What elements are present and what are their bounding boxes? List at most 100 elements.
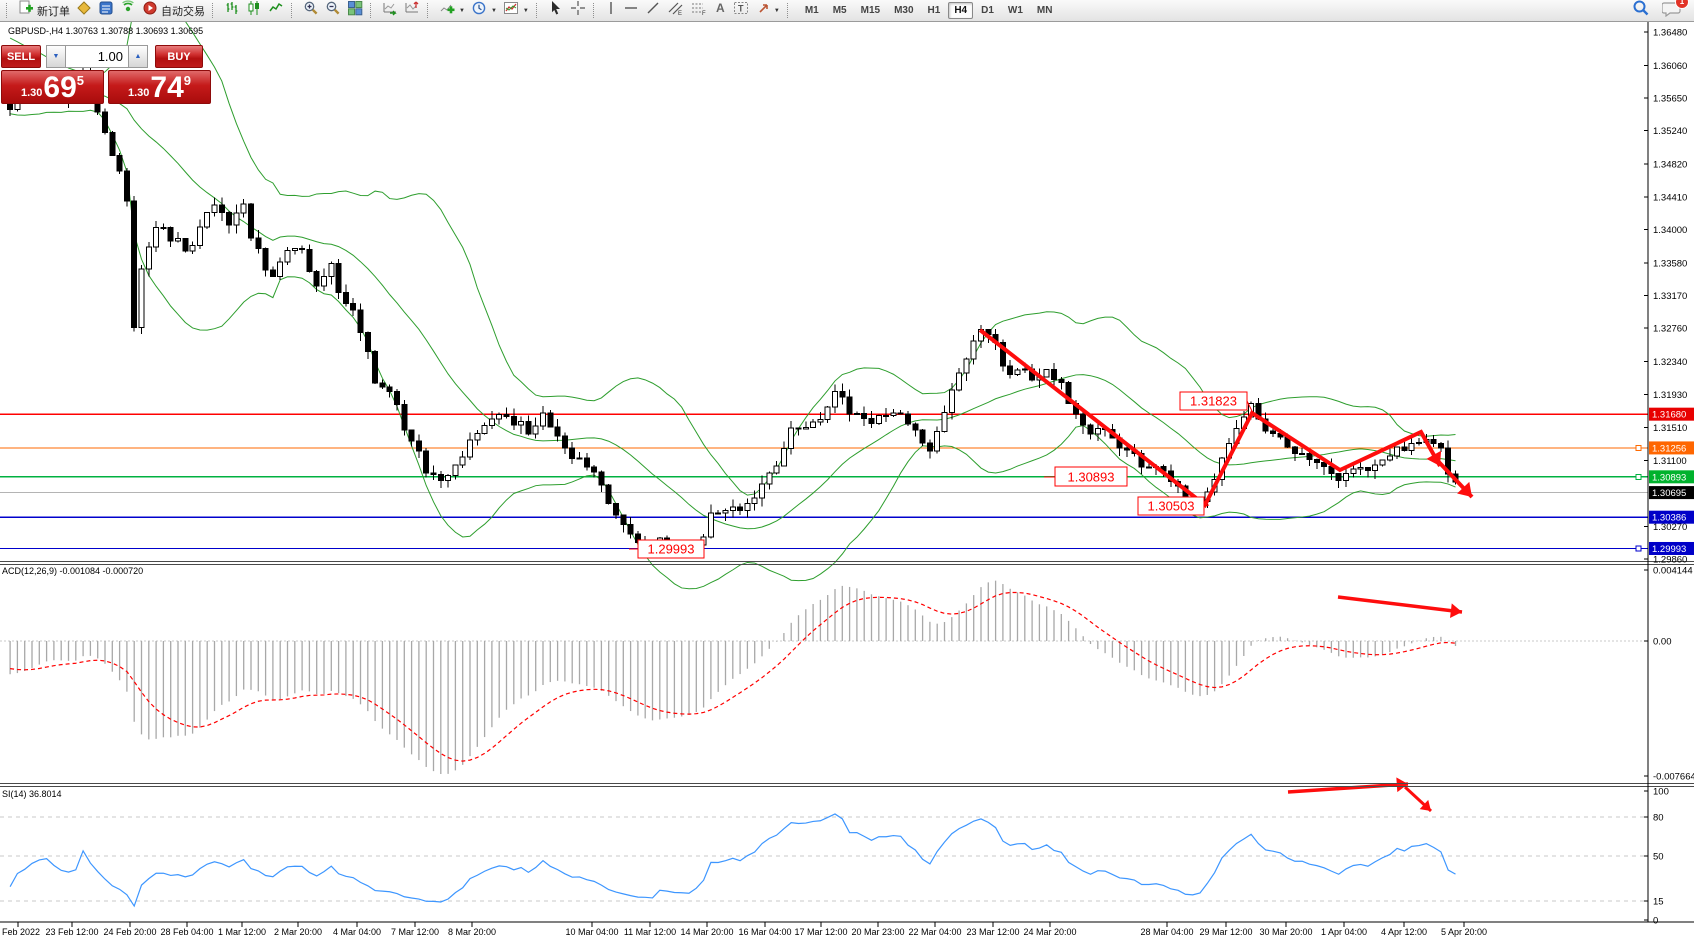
chevron-down-icon: ▼: [459, 8, 465, 14]
svg-text:1.31823: 1.31823: [1190, 394, 1237, 409]
new-order-label: 新订单: [37, 3, 70, 19]
svg-text:T: T: [738, 4, 744, 14]
toolbar-right: 1: [1632, 0, 1692, 22]
svg-text:1.34410: 1.34410: [1653, 192, 1687, 203]
tab-timeframe-D1[interactable]: D1: [975, 2, 1000, 19]
svg-text:4 Apr 12:00: 4 Apr 12:00: [1381, 927, 1427, 937]
main-toolbar: 新订单 自动交易: [0, 0, 1694, 22]
svg-text:16 Mar 04:00: 16 Mar 04:00: [738, 927, 791, 937]
svg-text:1.35650: 1.35650: [1653, 94, 1687, 105]
horizontal-line-tool-button[interactable]: [620, 1, 642, 20]
data-window-button[interactable]: [95, 1, 117, 20]
svg-text:1.32760: 1.32760: [1653, 324, 1687, 335]
text-label-tool-button[interactable]: T: [730, 1, 753, 20]
tab-timeframe-M5[interactable]: M5: [827, 2, 853, 19]
cursor-tool-button[interactable]: [545, 1, 567, 20]
svg-text:A: A: [716, 1, 725, 15]
zoom-out-button[interactable]: [322, 1, 344, 20]
periods-button[interactable]: ▼: [468, 1, 500, 20]
chart-svg[interactable]: 1.318231.308931.305031.299931.364801.360…: [0, 22, 1694, 942]
svg-text:Feb 2022: Feb 2022: [2, 927, 40, 937]
rsi-indicator: [0, 814, 1648, 906]
notifications-button[interactable]: 1: [1662, 0, 1682, 22]
templates-button[interactable]: ▼: [500, 1, 532, 20]
zoom-in-button[interactable]: [300, 1, 322, 20]
toolbar-grip: [291, 3, 297, 18]
search-icon[interactable]: [1632, 0, 1650, 22]
trendline-tool-button[interactable]: [642, 1, 664, 20]
toolbar-grip: [427, 3, 433, 18]
buy-price-big: 74: [150, 72, 183, 103]
svg-text:1.31100: 1.31100: [1653, 456, 1687, 467]
buy-price-panel[interactable]: 1.30749: [108, 70, 211, 104]
buy-button[interactable]: BUY: [155, 45, 203, 68]
fibonacci-tool-button[interactable]: F: [687, 1, 710, 20]
volume-increase-button[interactable]: ▲: [128, 45, 148, 68]
market-watch-button[interactable]: [73, 1, 95, 20]
market-watch-icon: [76, 0, 92, 21]
macd-indicator: [0, 581, 1648, 774]
svg-text:24 Mar 20:00: 24 Mar 20:00: [1023, 927, 1076, 937]
volume-input[interactable]: [66, 45, 128, 68]
svg-text:17 Mar 12:00: 17 Mar 12:00: [794, 927, 847, 937]
level-handle[interactable]: [1636, 474, 1641, 479]
date-axis: Feb 202223 Feb 12:0024 Feb 20:0028 Feb 0…: [2, 922, 1487, 937]
candlestick-icon: [246, 0, 262, 21]
indicators-icon: [439, 0, 455, 21]
auto-scroll-icon: [382, 0, 398, 21]
level-handle[interactable]: [1636, 445, 1641, 450]
navigator-icon: [120, 0, 136, 21]
svg-text:1.30503: 1.30503: [1148, 499, 1195, 514]
text-tool-button[interactable]: A: [710, 1, 730, 20]
tile-windows-button[interactable]: [344, 1, 366, 20]
sell-price-panel[interactable]: 1.30695: [1, 70, 104, 104]
tab-timeframe-M1[interactable]: M1: [799, 2, 825, 19]
buy-price-sup: 9: [184, 73, 191, 88]
navigator-button[interactable]: [117, 1, 139, 20]
svg-text:28 Mar 04:00: 28 Mar 04:00: [1140, 927, 1193, 937]
svg-text:22 Mar 04:00: 22 Mar 04:00: [908, 927, 961, 937]
svg-text:1.30893: 1.30893: [1068, 470, 1115, 485]
cursor-icon: [548, 0, 564, 21]
toolbar-grip: [593, 3, 599, 18]
svg-text:1.30695: 1.30695: [1652, 488, 1686, 499]
tab-timeframe-M30[interactable]: M30: [888, 2, 919, 19]
toolbar-grip: [6, 3, 12, 18]
horizontal-line-icon: [623, 0, 639, 21]
chart-shift-button[interactable]: [401, 1, 423, 20]
svg-text:50: 50: [1653, 852, 1664, 863]
svg-text:5 Apr 20:00: 5 Apr 20:00: [1441, 927, 1487, 937]
candlestick-series: [8, 67, 1458, 558]
sell-price-sup: 5: [77, 73, 84, 88]
clock-icon: [471, 0, 487, 21]
level-handle[interactable]: [1636, 546, 1641, 551]
svg-text:14 Mar 20:00: 14 Mar 20:00: [680, 927, 733, 937]
svg-text:4 Mar 04:00: 4 Mar 04:00: [333, 927, 381, 937]
tab-timeframe-MN[interactable]: MN: [1031, 2, 1059, 19]
svg-text:1.36060: 1.36060: [1653, 61, 1687, 72]
bar-chart-type-button[interactable]: [221, 1, 243, 20]
auto-scroll-button[interactable]: [379, 1, 401, 20]
tab-timeframe-M15[interactable]: M15: [855, 2, 886, 19]
vertical-line-tool-button[interactable]: [602, 1, 620, 20]
channel-tool-button[interactable]: E: [664, 1, 687, 20]
tab-timeframe-H4[interactable]: H4: [948, 2, 973, 19]
arrows-tool-button[interactable]: ▼: [753, 1, 783, 20]
svg-text:1.30893: 1.30893: [1652, 472, 1686, 483]
crosshair-tool-button[interactable]: [567, 1, 589, 20]
chevron-down-icon: ▼: [774, 8, 780, 14]
tab-timeframe-H1[interactable]: H1: [922, 2, 947, 19]
svg-text:29 Mar 12:00: 29 Mar 12:00: [1199, 927, 1252, 937]
zoom-out-icon: [325, 0, 341, 21]
line-chart-type-button[interactable]: [265, 1, 287, 20]
sell-button[interactable]: SELL: [1, 45, 41, 68]
tab-timeframe-W1[interactable]: W1: [1002, 2, 1029, 19]
svg-text:100: 100: [1653, 787, 1669, 798]
indicators-button[interactable]: ▼: [436, 1, 468, 20]
volume-decrease-button[interactable]: ▼: [46, 45, 66, 68]
candlestick-type-button[interactable]: [243, 1, 265, 20]
svg-text:1.29993: 1.29993: [648, 542, 695, 557]
new-order-button[interactable]: 新订单: [15, 1, 73, 20]
autotrading-button[interactable]: 自动交易: [139, 1, 208, 20]
one-click-trade-panel: SELL ▼ ▲ BUY 1.30695 1.30749: [1, 45, 211, 104]
